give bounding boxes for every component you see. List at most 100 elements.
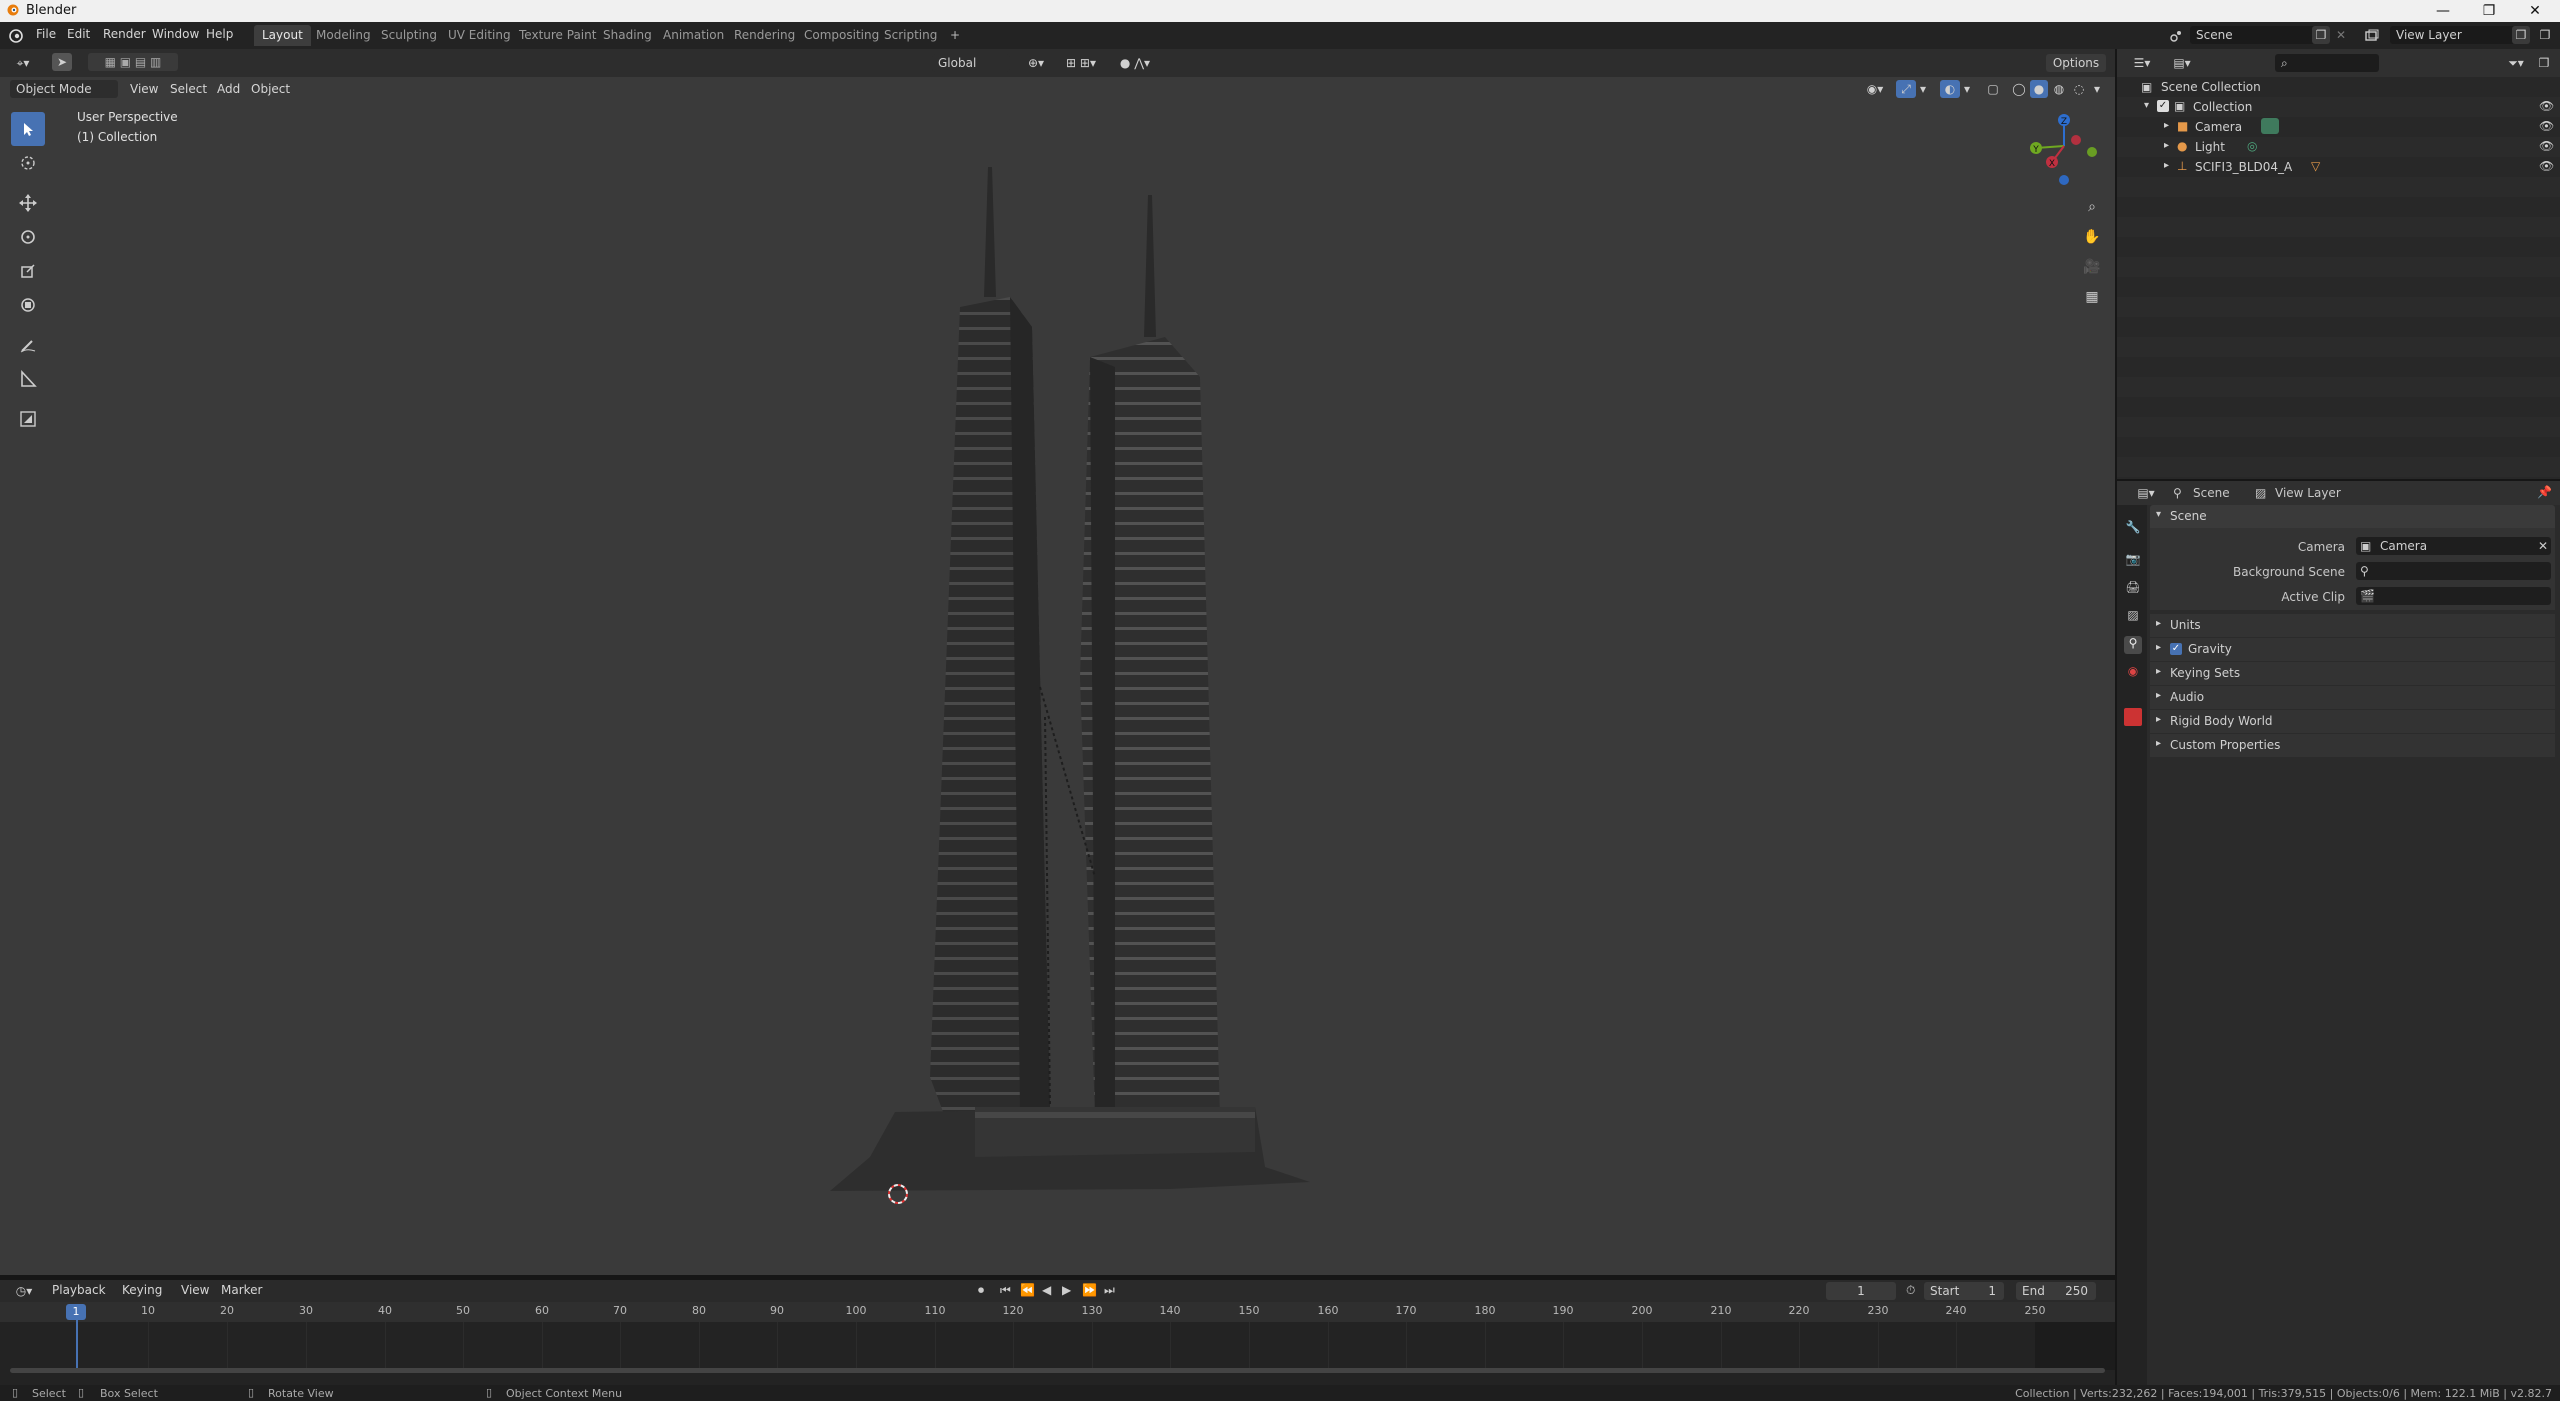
play-icon[interactable]: ▶ — [1062, 1283, 1071, 1297]
scene-panel-header[interactable]: ▾ Scene — [2150, 505, 2555, 528]
move-tool[interactable] — [7, 186, 49, 220]
gizmo-toggle-icon[interactable]: ⤢ — [1896, 80, 1916, 98]
viewport-menu-add[interactable]: Add — [217, 82, 240, 96]
viewlayer-selector[interactable]: View Layer — [2390, 26, 2520, 44]
menu-file[interactable]: File — [36, 27, 56, 41]
scene-selector[interactable]: Scene — [2190, 26, 2330, 44]
new-collection-icon[interactable]: ❐ — [2535, 54, 2553, 72]
grid-ortho-icon[interactable]: ▦ — [2081, 286, 2103, 308]
timeline-scrollbar[interactable] — [10, 1368, 2105, 1373]
expand-arrow-icon[interactable]: ▸ — [2164, 160, 2169, 171]
proportional-edit-icon[interactable]: ● ⋀▾ — [1110, 54, 1160, 72]
close-button[interactable]: ✕ — [2512, 0, 2558, 22]
outliner-item-light[interactable]: ▸ ● Light ◎ 👁 — [2117, 137, 2560, 157]
jump-end-icon[interactable]: ⏭ — [1104, 1283, 1115, 1298]
preview-range-icon[interactable]: ⏱ — [1906, 1283, 1915, 1298]
cursor-tool[interactable] — [7, 146, 49, 180]
playhead-frame[interactable]: 1 — [66, 1304, 86, 1320]
custom-properties-panel-header[interactable]: ▸ Custom Properties — [2150, 734, 2555, 757]
xray-icon[interactable]: ▢ — [1984, 80, 2002, 98]
start-frame-field[interactable]: Start 1 — [1924, 1282, 2004, 1300]
breadcrumb-scene[interactable]: Scene — [2193, 486, 2230, 500]
end-frame-field[interactable]: End 250 — [2016, 1282, 2096, 1300]
keying-sets-panel-header[interactable]: ▸ Keying Sets — [2150, 662, 2555, 685]
render-tab-icon[interactable]: 📷 — [2124, 552, 2142, 570]
breadcrumb-viewlayer[interactable]: View Layer — [2275, 486, 2341, 500]
tab-animation[interactable]: Animation — [655, 25, 732, 46]
timeline-menu-marker[interactable]: Marker — [221, 1283, 262, 1297]
shading-dropdown-icon[interactable]: ▾ — [2090, 80, 2104, 98]
rendered-shading-icon[interactable]: ◌ — [2070, 80, 2088, 98]
snap-icon[interactable]: ⊞ ⊞▾ — [1056, 54, 1106, 72]
solid-shading-icon[interactable]: ● — [2030, 80, 2048, 98]
eye-icon[interactable]: 👁 — [2539, 139, 2554, 153]
transform-tool[interactable] — [7, 288, 49, 322]
add-workspace-button[interactable]: + — [942, 25, 968, 46]
active-clip-field[interactable] — [2356, 587, 2551, 605]
jump-keyframe-back-icon[interactable]: ⏪ — [1020, 1283, 1035, 1297]
audio-panel-header[interactable]: ▸ Audio — [2150, 686, 2555, 709]
remove-viewlayer-icon[interactable]: ❐ — [2536, 26, 2554, 44]
3d-viewport[interactable] — [0, 77, 2115, 1275]
annotate-tool[interactable] — [7, 328, 49, 362]
expand-arrow-icon[interactable]: ▸ — [2164, 140, 2169, 151]
menu-help[interactable]: Help — [206, 27, 233, 41]
material-shading-icon[interactable]: ◍ — [2050, 80, 2068, 98]
units-panel-header[interactable]: ▸ Units — [2150, 614, 2555, 637]
camera-data-icon[interactable] — [2261, 118, 2279, 134]
outliner-search-input[interactable]: ⌕ — [2275, 54, 2379, 72]
outliner-item-collection[interactable]: ▾ ✓ ▣ Collection 👁 — [2117, 97, 2560, 117]
mesh-data-icon[interactable]: ▽ — [2311, 159, 2320, 173]
blender-menu-icon[interactable] — [8, 28, 24, 44]
light-data-icon[interactable]: ◎ — [2247, 139, 2257, 153]
wireframe-shading-icon[interactable]: ◯ — [2010, 80, 2028, 98]
viewport-menu-select[interactable]: Select — [170, 82, 207, 96]
filter-icon[interactable]: ⏷▾ — [2503, 54, 2529, 72]
rotate-tool[interactable] — [7, 220, 49, 254]
gravity-panel-header[interactable]: ▸ ✓ Gravity — [2150, 638, 2555, 661]
menu-window[interactable]: Window — [152, 27, 199, 41]
new-scene-icon[interactable]: ❐ — [2312, 26, 2330, 44]
outliner-item-camera[interactable]: ▸ ■ Camera 👁 — [2117, 117, 2560, 137]
jump-keyframe-forward-icon[interactable]: ⏩ — [1082, 1283, 1097, 1297]
timeline-menu-view[interactable]: View — [181, 1283, 209, 1297]
camera-field[interactable]: Camera — [2356, 537, 2551, 555]
timeline-menu-keying[interactable]: Keying — [122, 1283, 162, 1297]
display-mode-icon[interactable]: ▤▾ — [2167, 54, 2197, 72]
navigation-gizmo[interactable]: Z Y X — [2018, 110, 2104, 190]
eye-icon[interactable]: 👁 — [2539, 99, 2554, 113]
clear-camera-icon[interactable]: ✕ — [2538, 539, 2548, 553]
select-box-tool[interactable] — [11, 112, 45, 146]
output-tab-icon[interactable]: 🖨 — [2124, 580, 2142, 598]
pan-hand-icon[interactable]: ✋ — [2081, 226, 2103, 248]
measure-tool[interactable] — [7, 362, 49, 396]
timeline-editor-type-icon[interactable]: ◷▾ — [10, 1282, 38, 1300]
viewport-menu-view[interactable]: View — [130, 82, 158, 96]
options-dropdown[interactable]: Options — [2046, 54, 2106, 72]
gizmo-dropdown-icon[interactable]: ▾ — [1916, 80, 1930, 98]
tab-layout[interactable]: Layout — [254, 25, 311, 46]
pivot-point-icon[interactable]: ⊕▾ — [1018, 54, 1054, 72]
rigid-body-world-panel-header[interactable]: ▸ Rigid Body World — [2150, 710, 2555, 733]
tab-compositing[interactable]: Compositing — [796, 25, 887, 46]
expand-arrow-icon[interactable]: ▾ — [2144, 100, 2149, 111]
add-cube-tool[interactable] — [7, 402, 49, 436]
playhead-line[interactable] — [76, 1320, 78, 1370]
zoom-icon[interactable]: ⌕ — [2081, 196, 2103, 218]
delete-scene-icon[interactable]: ✕ — [2332, 26, 2350, 44]
jump-start-icon[interactable]: ⏮ — [1000, 1283, 1011, 1298]
exclude-checkbox[interactable]: ✓ — [2157, 100, 2169, 112]
expand-arrow-icon[interactable]: ▸ — [2164, 120, 2169, 131]
menu-edit[interactable]: Edit — [67, 27, 90, 41]
tab-rendering[interactable]: Rendering — [726, 25, 803, 46]
outliner-item-mesh[interactable]: ▸ ⊥ SCIFI3_BLD04_A ▽ 👁 — [2117, 157, 2560, 177]
viewlayer-tab-icon[interactable]: ▨ — [2124, 608, 2142, 626]
world-tab-icon[interactable]: ◉ — [2124, 664, 2142, 682]
tab-shading[interactable]: Shading — [595, 25, 660, 46]
overlay-dropdown-icon[interactable]: ▾ — [1960, 80, 1974, 98]
new-viewlayer-icon[interactable]: ❐ — [2512, 26, 2530, 44]
overlay-toggle-icon[interactable]: ◐ — [1940, 80, 1960, 98]
current-frame-field[interactable]: 1 — [1826, 1282, 1896, 1300]
tab-sculpting[interactable]: Sculpting — [373, 25, 445, 46]
tab-uv-editing[interactable]: UV Editing — [440, 25, 519, 46]
